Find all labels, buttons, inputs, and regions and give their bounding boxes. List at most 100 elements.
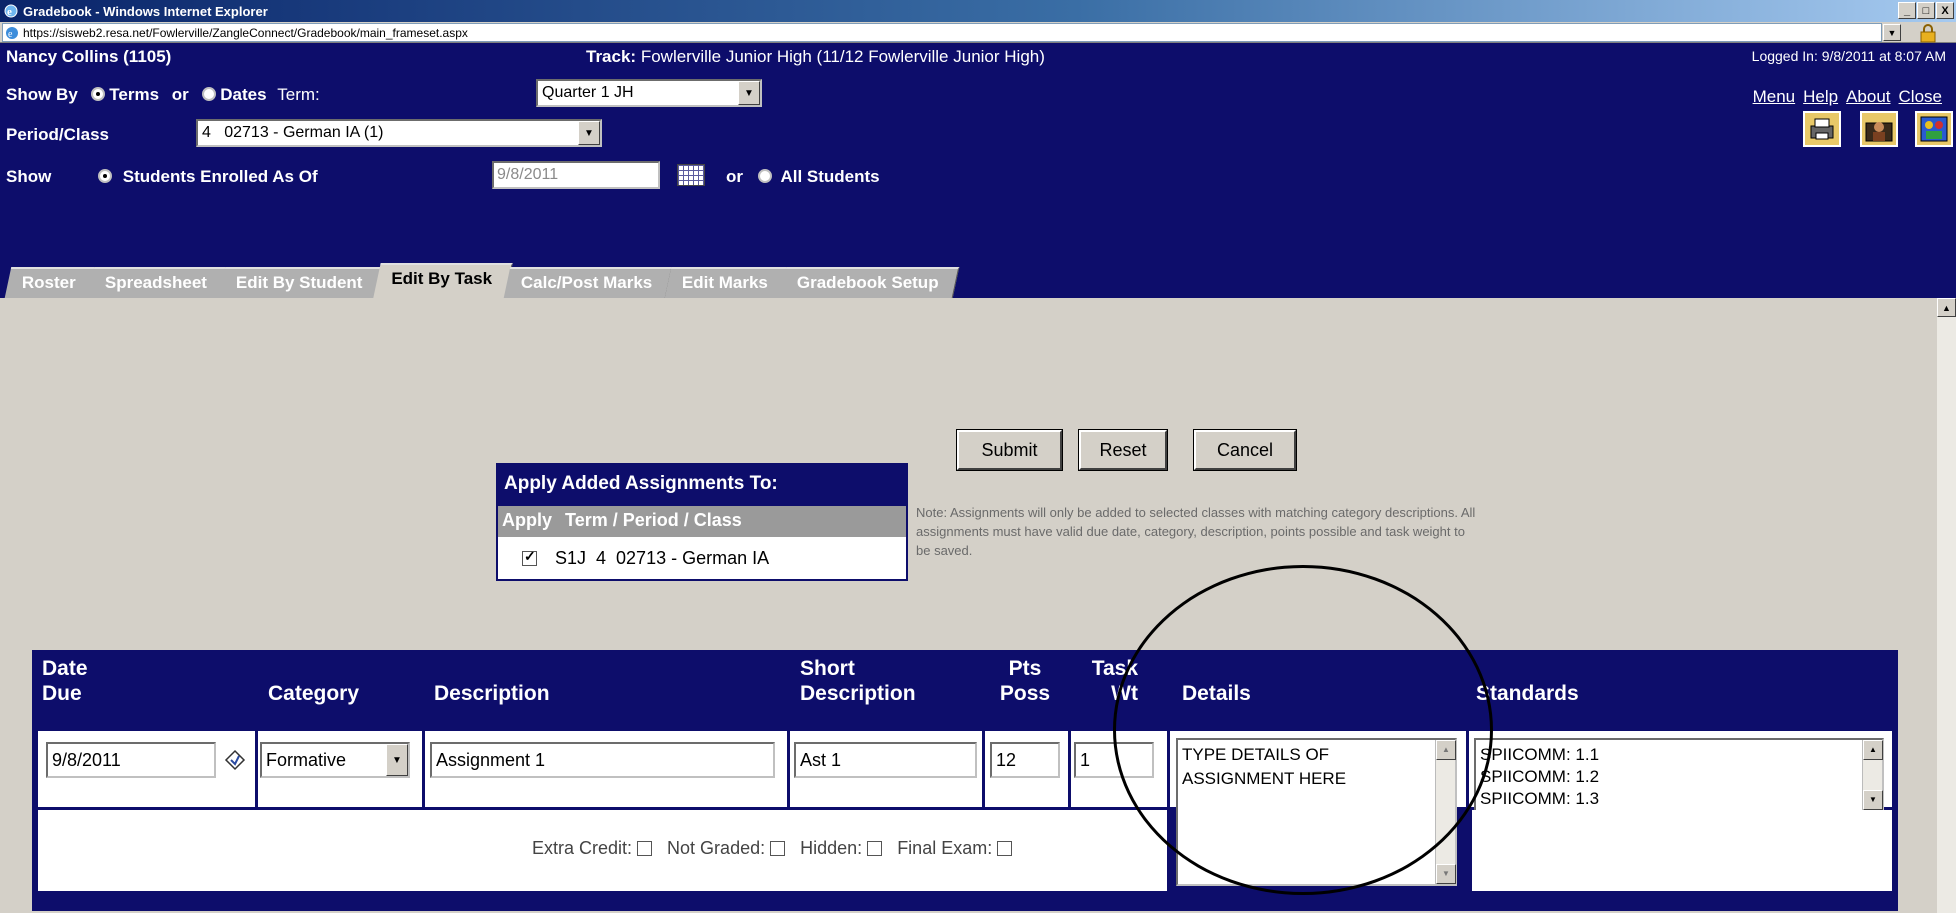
tab-edit-marks-label: Edit Marks	[681, 273, 768, 292]
tab-roster[interactable]: Roster	[4, 267, 97, 298]
category-select[interactable]: Formative ▼	[260, 742, 410, 778]
scroll-up-arrow-icon[interactable]: ▲	[1937, 298, 1956, 317]
show-by-row: Show By Terms or Dates Term:	[6, 85, 320, 105]
standard-item[interactable]: SPIICOMM: 1.1	[1480, 744, 1878, 766]
apply-class-label: S1J 4 02713 - German IA	[555, 547, 770, 568]
student-photo-icon	[1865, 122, 1893, 142]
track-info: Track: Fowlerville Junior High (11/12 Fo…	[586, 47, 1045, 67]
final-exam-checkbox[interactable]	[997, 841, 1013, 856]
tab-gradebook-setup-label: Gradebook Setup	[796, 273, 939, 292]
tab-edit-by-task[interactable]: Edit By Task	[373, 263, 513, 298]
pts-poss-input[interactable]: 12	[990, 742, 1060, 778]
term-label: Term:	[277, 85, 320, 104]
details-scrollbar[interactable]: ▲ ▼	[1435, 740, 1456, 884]
apply-class-checkbox[interactable]	[522, 548, 537, 566]
col-date-due: Date Due	[42, 657, 88, 705]
lock-icon[interactable]	[1916, 23, 1940, 43]
apply-subheader: Apply Term / Period / Class	[498, 506, 906, 537]
details-textarea[interactable]: TYPE DETAILS OF ASSIGNMENT HERE ▲ ▼	[1176, 738, 1457, 886]
tab-edit-by-student[interactable]: Edit By Student	[218, 267, 383, 298]
enrolled-label: Students Enrolled As Of	[122, 167, 318, 186]
assignment-note: Note: Assignments will only be added to …	[916, 505, 1476, 558]
or-label: or	[171, 85, 189, 104]
enrolled-radio[interactable]	[98, 169, 112, 183]
about-link[interactable]: About	[1846, 87, 1890, 107]
page-icon: e	[6, 26, 18, 40]
term-select[interactable]: Quarter 1 JH ▼	[536, 79, 762, 107]
assignment-flags: Extra Credit: Not Graded: Hidden: Final …	[532, 838, 1022, 859]
tab-calc-post-marks[interactable]: Calc/Post Marks	[503, 267, 673, 298]
help-link[interactable]: Help	[1803, 87, 1838, 107]
printer-icon	[1810, 118, 1834, 140]
col-divider	[255, 731, 258, 807]
tab-edit-marks[interactable]: Edit Marks	[664, 267, 788, 298]
svg-text:e: e	[8, 29, 13, 40]
assignment-grid: Date Due Category Description Short Descri…	[32, 650, 1898, 911]
task-wt-input[interactable]: 1	[1074, 742, 1154, 778]
or-label-2: or	[726, 167, 743, 186]
term-select-value: Quarter 1 JH	[542, 84, 634, 101]
seating-chart-button[interactable]	[1915, 111, 1953, 147]
date-due-input[interactable]: 9/8/2011	[46, 742, 216, 778]
short-description-input[interactable]: Ast 1	[794, 742, 977, 778]
show-label: Show	[6, 167, 52, 186]
apply-class-row: S1J 4 02713 - German IA	[498, 537, 906, 579]
close-window-button[interactable]: X	[1936, 2, 1954, 19]
col-divider	[1466, 731, 1469, 891]
dates-radio[interactable]	[201, 87, 216, 101]
menu-link[interactable]: Menu	[1753, 87, 1796, 107]
date-picker-icon[interactable]	[224, 749, 246, 771]
hidden-label: Hidden:	[800, 838, 863, 858]
minimize-button[interactable]: _	[1898, 2, 1916, 19]
not-graded-checkbox[interactable]	[770, 841, 786, 856]
terms-radio[interactable]	[90, 87, 105, 101]
standards-row2-cell	[1472, 810, 1892, 891]
scroll-up-arrow-icon[interactable]: ▲	[1436, 740, 1456, 760]
standards-scrollbar[interactable]: ▲ ▼	[1862, 740, 1883, 810]
standards-list[interactable]: SPIICOMM: 1.1 SPIICOMM: 1.2 SPIICOMM: 1.…	[1474, 738, 1884, 812]
gradebook-header: Nancy Collins (1105) Track: Fowlerville …	[0, 43, 1956, 298]
print-button[interactable]	[1803, 111, 1841, 147]
tab-gradebook-setup[interactable]: Gradebook Setup	[779, 267, 959, 298]
standard-item[interactable]: SPIICOMM: 1.2	[1480, 766, 1878, 788]
window-titlebar: e Gradebook - Windows Internet Explorer …	[0, 0, 1956, 22]
tab-bar: Roster Spreadsheet Edit By Student Edit …	[4, 257, 959, 298]
next-row-strip	[38, 900, 1892, 911]
scroll-up-arrow-icon[interactable]: ▲	[1863, 740, 1883, 760]
close-link[interactable]: Close	[1899, 87, 1942, 107]
all-students-radio[interactable]	[757, 169, 772, 183]
description-input[interactable]: Assignment 1	[430, 742, 775, 778]
enrolled-date-input[interactable]: 9/8/2011	[492, 161, 660, 189]
student-info-button[interactable]	[1860, 111, 1898, 147]
scroll-down-arrow-icon[interactable]: ▼	[1436, 864, 1456, 884]
col-divider	[787, 731, 790, 807]
chevron-down-icon[interactable]: ▼	[578, 121, 600, 145]
hidden-checkbox[interactable]	[867, 841, 883, 856]
page-scrollbar[interactable]: ▲	[1937, 298, 1956, 913]
all-students-label: All Students	[780, 167, 880, 186]
maximize-button[interactable]: □	[1917, 2, 1935, 19]
col-details: Details	[1182, 682, 1251, 705]
show-by-label: Show By	[6, 85, 78, 104]
extra-credit-label: Extra Credit:	[532, 838, 633, 858]
url-field[interactable]: e https://sisweb2.resa.net/Fowlerville/Z…	[2, 23, 1882, 42]
calendar-icon[interactable]	[677, 164, 705, 186]
chevron-down-icon[interactable]: ▼	[738, 81, 760, 105]
address-dropdown-button[interactable]: ▼	[1883, 24, 1901, 41]
details-text: TYPE DETAILS OF ASSIGNMENT HERE	[1182, 745, 1347, 788]
submit-button[interactable]: Submit	[957, 430, 1062, 470]
tab-spreadsheet[interactable]: Spreadsheet	[87, 267, 228, 298]
tab-spreadsheet-label: Spreadsheet	[104, 273, 207, 292]
col-short-description: Short Description	[800, 657, 916, 705]
chevron-down-icon[interactable]: ▼	[386, 744, 408, 776]
reset-button[interactable]: Reset	[1079, 430, 1167, 470]
standard-item[interactable]: SPIICOMM: 1.3	[1480, 788, 1878, 810]
scroll-down-arrow-icon[interactable]: ▼	[1863, 790, 1883, 810]
period-class-select[interactable]: 4 02713 - German IA (1) ▼	[196, 119, 602, 147]
tab-edit-by-task-label: Edit By Task	[391, 269, 493, 288]
cancel-button[interactable]: Cancel	[1194, 430, 1296, 470]
apply-title: Apply Added Assignments To:	[498, 465, 906, 506]
extra-credit-checkbox[interactable]	[637, 841, 653, 856]
col-category: Category	[268, 682, 360, 705]
tab-roster-label: Roster	[21, 273, 76, 292]
